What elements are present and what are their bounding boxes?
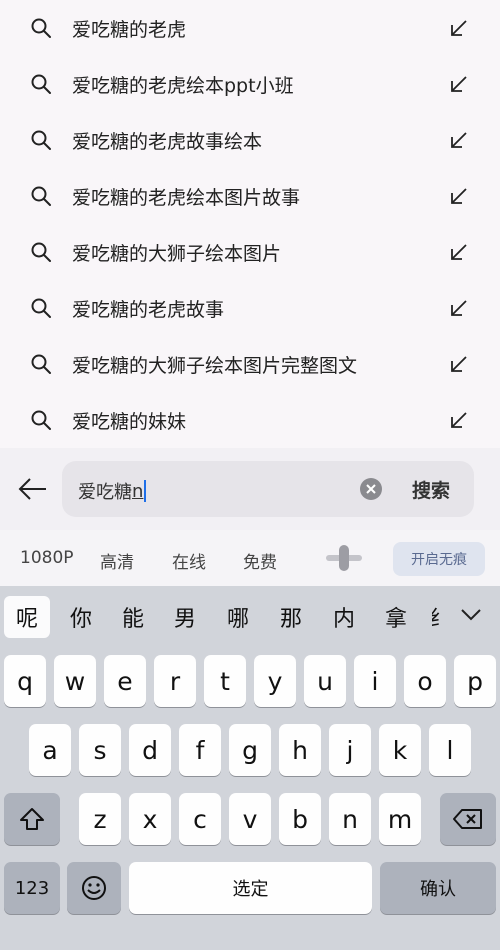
- key-b[interactable]: b: [279, 793, 321, 845]
- suggestion-text: 爱吃糖的大狮子绘本图片: [72, 242, 282, 265]
- key-j[interactable]: j: [329, 724, 371, 776]
- filter-chip[interactable]: 高清: [100, 548, 134, 573]
- search-bar: 爱吃糖 n 搜索: [0, 448, 500, 530]
- incognito-button[interactable]: 开启无痕: [393, 542, 485, 576]
- candidate-item[interactable]: 呢: [4, 596, 50, 638]
- candidate-item[interactable]: 你: [66, 596, 96, 638]
- key-r[interactable]: r: [154, 655, 196, 707]
- search-input-value: 爱吃糖 n: [78, 478, 147, 504]
- candidate-item[interactable]: 能: [118, 596, 148, 638]
- suggestion-item[interactable]: 爱吃糖的老虎绘本ppt小班: [0, 56, 500, 112]
- key-g[interactable]: g: [229, 724, 271, 776]
- key-q[interactable]: q: [4, 655, 46, 707]
- filter-chip[interactable]: 1080P: [20, 548, 74, 568]
- filter-chip[interactable]: 在线: [172, 548, 206, 573]
- arrow-up-left-icon[interactable]: [448, 241, 470, 263]
- candidate-bar: 呢 你 能 男 哪 那 内 拿 纟: [0, 586, 500, 648]
- key-k[interactable]: k: [379, 724, 421, 776]
- suggestion-text: 爱吃糖的老虎故事: [72, 298, 225, 321]
- delete-key[interactable]: [440, 793, 496, 845]
- suggestion-text: 爱吃糖的妹妹: [72, 410, 187, 433]
- back-arrow-icon[interactable]: [16, 472, 50, 506]
- search-icon: [31, 354, 51, 374]
- key-f[interactable]: f: [179, 724, 221, 776]
- key-e[interactable]: e: [104, 655, 146, 707]
- suggestion-item[interactable]: 爱吃糖的大狮子绘本图片完整图文: [0, 336, 500, 392]
- numbers-key[interactable]: 123: [4, 862, 60, 914]
- suggestion-item[interactable]: 爱吃糖的老虎: [0, 0, 500, 56]
- key-n[interactable]: n: [329, 793, 371, 845]
- arrow-up-left-icon[interactable]: [448, 129, 470, 151]
- key-v[interactable]: v: [229, 793, 271, 845]
- key-w[interactable]: w: [54, 655, 96, 707]
- suggestion-text: 爱吃糖的老虎故事绘本: [72, 130, 263, 153]
- key-t[interactable]: t: [204, 655, 246, 707]
- arrow-up-left-icon[interactable]: [448, 297, 470, 319]
- filter-bar: 1080P 高清 在线 免费 开启无痕: [0, 530, 500, 586]
- search-icon: [31, 410, 51, 430]
- key-p[interactable]: p: [454, 655, 496, 707]
- search-icon: [31, 18, 51, 38]
- suggestion-item[interactable]: 爱吃糖的妹妹: [0, 392, 500, 448]
- emoji-icon: [82, 876, 106, 900]
- search-icon: [31, 186, 51, 206]
- key-u[interactable]: u: [304, 655, 346, 707]
- arrow-up-left-icon[interactable]: [448, 409, 470, 431]
- suggestion-text: 爱吃糖的老虎: [72, 18, 187, 41]
- key-d[interactable]: d: [129, 724, 171, 776]
- candidate-item[interactable]: 那: [276, 596, 306, 638]
- arrow-up-left-icon[interactable]: [448, 73, 470, 95]
- text-caret: [144, 480, 147, 502]
- filter-chip[interactable]: 免费: [243, 548, 277, 573]
- emoji-key[interactable]: [67, 862, 121, 914]
- close-icon: [366, 484, 376, 494]
- suggestion-text: 爱吃糖的老虎绘本图片故事: [72, 186, 301, 209]
- keyboard: 呢 你 能 男 哪 那 内 拿 纟 q w e r t y u i o p a …: [0, 586, 500, 950]
- candidate-item[interactable]: 拿: [381, 596, 411, 638]
- suggestion-list: 爱吃糖的老虎 爱吃糖的老虎绘本ppt小班 爱吃糖的老虎故事绘本 爱吃糖的老虎绘本…: [0, 0, 500, 448]
- candidate-item[interactable]: 内: [329, 596, 359, 638]
- suggestion-item[interactable]: 爱吃糖的大狮子绘本图片: [0, 224, 500, 280]
- candidate-item[interactable]: 男: [170, 596, 200, 638]
- search-icon: [31, 130, 51, 150]
- clear-button[interactable]: [360, 478, 382, 500]
- key-i[interactable]: i: [354, 655, 396, 707]
- suggestion-text: 爱吃糖的老虎绘本ppt小班: [72, 74, 294, 97]
- search-icon: [31, 298, 51, 318]
- key-z[interactable]: z: [79, 793, 121, 845]
- suggestion-item[interactable]: 爱吃糖的老虎绘本图片故事: [0, 168, 500, 224]
- key-c[interactable]: c: [179, 793, 221, 845]
- key-a[interactable]: a: [29, 724, 71, 776]
- key-s[interactable]: s: [79, 724, 121, 776]
- key-l[interactable]: l: [429, 724, 471, 776]
- candidate-item[interactable]: 哪: [223, 596, 253, 638]
- key-y[interactable]: y: [254, 655, 296, 707]
- composing-text: n: [132, 480, 144, 502]
- candidate-item[interactable]: 纟: [432, 596, 446, 638]
- space-key[interactable]: 选定: [129, 862, 372, 914]
- arrow-up-left-icon[interactable]: [448, 17, 470, 39]
- shift-icon: [20, 808, 44, 830]
- suggestion-item[interactable]: 爱吃糖的老虎故事绘本: [0, 112, 500, 168]
- key-o[interactable]: o: [404, 655, 446, 707]
- suggestion-item[interactable]: 爱吃糖的老虎故事: [0, 280, 500, 336]
- search-query-text: 爱吃糖: [78, 482, 132, 503]
- search-icon: [31, 242, 51, 262]
- shift-key[interactable]: [4, 793, 60, 845]
- key-m[interactable]: m: [379, 793, 421, 845]
- search-input[interactable]: 爱吃糖 n 搜索: [62, 461, 474, 517]
- key-x[interactable]: x: [129, 793, 171, 845]
- drag-handle-icon[interactable]: [326, 545, 362, 571]
- confirm-key[interactable]: 确认: [380, 862, 496, 914]
- arrow-up-left-icon[interactable]: [448, 353, 470, 375]
- arrow-up-left-icon[interactable]: [448, 185, 470, 207]
- key-h[interactable]: h: [279, 724, 321, 776]
- search-button[interactable]: 搜索: [412, 476, 450, 503]
- search-icon: [31, 74, 51, 94]
- backspace-icon: [453, 809, 482, 829]
- chevron-down-icon[interactable]: [456, 600, 486, 630]
- suggestion-text: 爱吃糖的大狮子绘本图片完整图文: [72, 354, 358, 377]
